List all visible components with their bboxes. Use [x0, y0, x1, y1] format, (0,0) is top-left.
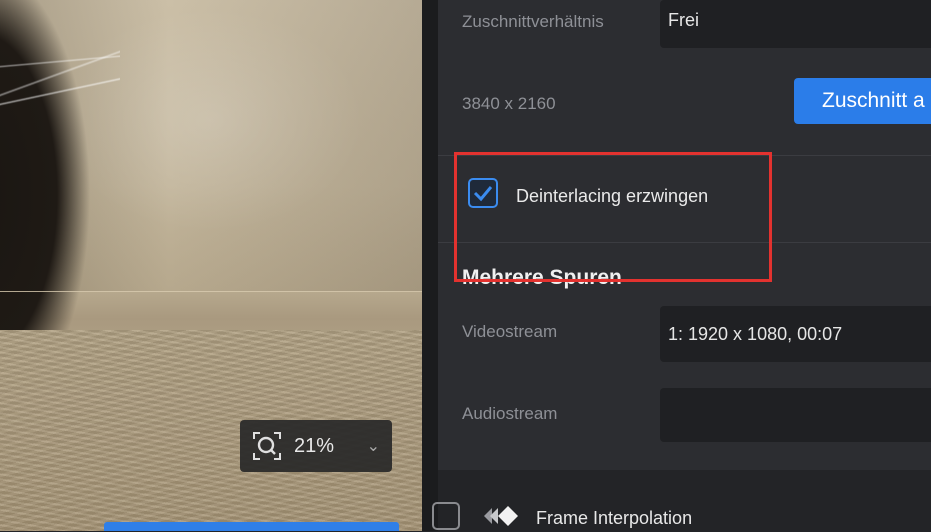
- deinterlace-label: Deinterlacing erzwingen: [516, 186, 709, 206]
- multi-track-title: Mehrere Spuren: [462, 266, 622, 289]
- zoom-value: 21%: [294, 434, 335, 457]
- zoom-magnifier-icon: [252, 431, 282, 461]
- preview-blue-button[interactable]: [104, 522, 399, 531]
- zoom-control[interactable]: 21% ⌄: [240, 420, 392, 472]
- videostream-value: 1: 1920 x 1080, 00:07: [668, 324, 843, 344]
- videostream-label: Videostream: [462, 322, 558, 341]
- divider: [438, 155, 931, 156]
- audiostream-select[interactable]: [660, 388, 931, 442]
- crop-button[interactable]: Zuschnitt a: [794, 78, 931, 124]
- audiostream-label: Audiostream: [462, 404, 558, 423]
- preview-horizon-line: [0, 291, 422, 292]
- settings-panel: Zuschnittverhältnis Frei 3840 x 2160 Zus…: [438, 0, 931, 470]
- panel-separator: [422, 0, 438, 531]
- video-preview[interactable]: 21% ⌄: [0, 0, 422, 531]
- resolution-text: 3840 x 2160: [462, 94, 556, 113]
- aspect-ratio-label: Zuschnittverhältnis: [462, 12, 604, 31]
- preview-whiskers: [0, 20, 120, 160]
- divider: [438, 242, 931, 243]
- videostream-select[interactable]: 1: 1920 x 1080, 00:07: [660, 306, 931, 362]
- aspect-ratio-value: Frei: [668, 10, 699, 30]
- frame-interpolation-label: Frame Interpolation: [536, 508, 693, 528]
- deinterlace-checkbox[interactable]: [468, 178, 498, 208]
- frame-interpolation-checkbox[interactable]: [432, 502, 460, 530]
- chevron-down-icon[interactable]: ⌄: [367, 436, 380, 456]
- frame-interpolation-icon: [482, 505, 522, 527]
- aspect-ratio-select[interactable]: Frei: [660, 0, 931, 48]
- checkmark-icon: [473, 186, 493, 202]
